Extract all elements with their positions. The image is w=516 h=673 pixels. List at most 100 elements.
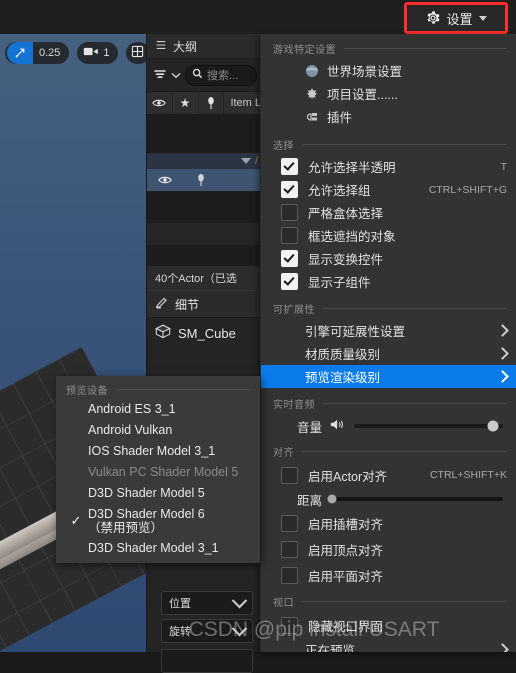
device-item-d3d-shader-model-6[interactable]: ✓ D3D Shader Model 6 （禁用预览） bbox=[56, 504, 260, 538]
menu-item-show-transform-widget[interactable]: 显示变换控件 bbox=[261, 247, 516, 270]
menu-item-select-groups[interactable]: 允许选择组 CTRL+SHIFT+G bbox=[261, 178, 516, 201]
viewport-scale-value[interactable]: 0.25 bbox=[33, 47, 67, 59]
filter-icon[interactable] bbox=[153, 68, 167, 83]
chevron-down-icon bbox=[478, 15, 487, 21]
menu-item-strict-box-select-label: 严格盒体选择 bbox=[308, 207, 384, 221]
section-game-specific-label: 游戏特定设置 bbox=[273, 45, 336, 56]
outliner-group-row[interactable]: / bbox=[147, 153, 261, 169]
device-item-android-es-3-1[interactable]: Android ES 3_1 bbox=[56, 399, 260, 420]
chevron-right-icon bbox=[496, 347, 509, 360]
row-eye-icon[interactable] bbox=[147, 175, 183, 185]
volume-slider[interactable] bbox=[354, 420, 503, 432]
chevron-down-icon[interactable] bbox=[171, 68, 181, 82]
menu-item-enable-socket-snapping-label: 启用插槽对齐 bbox=[308, 517, 384, 532]
cube-icon bbox=[155, 324, 171, 342]
column-star-icon[interactable] bbox=[173, 92, 199, 114]
menu-item-hide-viewport-ui[interactable]: 隐藏视口界面 bbox=[261, 612, 516, 638]
settings-button[interactable]: 设置 bbox=[404, 2, 508, 34]
menu-item-preview-rendering-level[interactable]: 预览渲染级别 bbox=[261, 365, 516, 388]
details-object-name: SM_Cube bbox=[178, 325, 236, 341]
globe-icon bbox=[305, 64, 327, 78]
outliner-filter-bar: 搜索... bbox=[147, 59, 261, 91]
menu-item-plugins[interactable]: 插件 bbox=[261, 105, 516, 128]
checkbox-select-groups[interactable] bbox=[281, 181, 298, 198]
details-object-row[interactable]: SM_Cube bbox=[147, 318, 261, 348]
menu-item-strict-box-select[interactable]: 严格盒体选择 bbox=[261, 201, 516, 224]
application-window: 设置 0.25 1 大纲 搜索... Item L / 40个Actor（已选 … bbox=[0, 0, 516, 673]
preview-device-submenu: 预览设备 Android ES 3_1 Android Vulkan IOS S… bbox=[56, 376, 260, 563]
speaker-icon[interactable] bbox=[330, 418, 346, 434]
device-item-ios-shader-model-3-1[interactable]: IOS Shader Model 3_1 bbox=[56, 441, 260, 462]
outliner-icon bbox=[155, 39, 167, 54]
menu-item-engine-scalability[interactable]: 引擎可延展性设置 bbox=[261, 319, 516, 342]
distance-row: 距离 bbox=[261, 488, 516, 510]
device-item-vulkan-pc-shader-model-5-label: Vulkan PC Shader Model 5 bbox=[88, 465, 239, 480]
section-divider bbox=[323, 308, 507, 309]
details-combo-rotation[interactable]: 旋转 bbox=[161, 619, 253, 643]
section-viewport: 视口 bbox=[261, 588, 516, 612]
menu-item-enable-actor-snapping-label: 启用Actor对齐 bbox=[308, 469, 388, 484]
viewport-camera-value: 1 bbox=[103, 47, 110, 59]
gear-icon bbox=[425, 10, 441, 26]
menu-item-currently-previewing[interactable]: 正在预览 bbox=[261, 638, 516, 652]
device-item-android-vulkan[interactable]: Android Vulkan bbox=[56, 420, 260, 441]
menu-item-enable-surface-snapping[interactable]: 启用平面对齐 bbox=[261, 562, 516, 588]
checkbox-enable-socket-snapping[interactable] bbox=[281, 514, 298, 532]
details-combo-location[interactable]: 位置 bbox=[161, 591, 253, 615]
distance-slider-handle[interactable] bbox=[327, 494, 337, 504]
viewport-scale-control[interactable]: 0.25 bbox=[5, 42, 70, 64]
menu-item-enable-actor-snapping[interactable]: 启用Actor对齐 CTRL+SHIFT+K bbox=[261, 462, 516, 488]
column-eye-icon[interactable] bbox=[147, 92, 173, 114]
chevron-down-icon bbox=[231, 620, 248, 636]
checkbox-strict-box-select[interactable] bbox=[281, 204, 298, 221]
distance-slider[interactable] bbox=[327, 494, 503, 504]
menu-item-box-select-occluded[interactable]: 框选遮挡的对象 bbox=[261, 224, 516, 247]
outliner-selected-row[interactable] bbox=[147, 169, 261, 191]
section-divider bbox=[302, 144, 507, 145]
menu-item-show-subcomponents[interactable]: 显示子组件 bbox=[261, 270, 516, 293]
volume-slider-handle[interactable] bbox=[487, 420, 499, 432]
device-item-d3d-shader-model-5[interactable]: D3D Shader Model 5 bbox=[56, 483, 260, 504]
section-realtime-audio-label: 实时音频 bbox=[273, 400, 315, 411]
menu-item-hide-viewport-ui-label: 隐藏视口界面 bbox=[308, 619, 384, 634]
outliner-tab[interactable]: 大纲 bbox=[147, 34, 261, 59]
menu-item-show-subcomponents-label: 显示子组件 bbox=[308, 276, 371, 290]
details-combo-extra[interactable] bbox=[161, 649, 253, 673]
menu-item-show-transform-widget-label: 显示变换控件 bbox=[308, 253, 384, 267]
search-input[interactable]: 搜索... bbox=[185, 64, 257, 86]
checkbox-box-select-occluded[interactable] bbox=[281, 227, 298, 244]
column-pin-icon[interactable] bbox=[199, 92, 225, 114]
checkbox-show-subcomponents[interactable] bbox=[281, 273, 298, 290]
section-divider bbox=[302, 451, 507, 452]
menu-item-select-translucent[interactable]: 允许选择半透明 T bbox=[261, 155, 516, 178]
checkbox-enable-surface-snapping[interactable] bbox=[281, 566, 298, 584]
details-tab[interactable]: 细节 bbox=[147, 290, 261, 318]
details-tab-label: 细节 bbox=[175, 297, 200, 312]
viewport-layout-button[interactable] bbox=[125, 42, 146, 64]
device-item-d3d-shader-model-3-1[interactable]: D3D Shader Model 3_1 bbox=[56, 538, 260, 559]
menu-item-world-settings[interactable]: 世界场景设置 bbox=[261, 59, 516, 82]
triangle-down-icon[interactable] bbox=[240, 158, 251, 164]
checkbox-enable-vertex-snapping[interactable] bbox=[281, 540, 298, 558]
checkbox-hide-viewport-ui[interactable] bbox=[281, 616, 298, 634]
section-realtime-audio: 实时音频 bbox=[261, 388, 516, 414]
checkbox-enable-actor-snapping[interactable] bbox=[281, 466, 298, 484]
project-settings-icon bbox=[305, 87, 327, 101]
section-preview-device: 预览设备 bbox=[56, 376, 260, 399]
section-snapping-label: 对齐 bbox=[273, 448, 294, 459]
section-divider bbox=[116, 389, 250, 390]
checkmark-icon: ✓ bbox=[70, 513, 82, 528]
outliner-status-text: 40个Actor（已选 bbox=[155, 273, 237, 285]
menu-item-enable-vertex-snapping[interactable]: 启用顶点对齐 bbox=[261, 536, 516, 562]
menu-item-enable-socket-snapping[interactable]: 启用插槽对齐 bbox=[261, 510, 516, 536]
plug-icon bbox=[305, 110, 327, 124]
checkbox-show-transform-widget[interactable] bbox=[281, 250, 298, 267]
menu-item-box-select-occluded-label: 框选遮挡的对象 bbox=[308, 230, 396, 244]
section-selection: 选择 bbox=[261, 128, 516, 155]
checkbox-select-translucent[interactable] bbox=[281, 158, 298, 175]
menu-item-project-settings[interactable]: 项目设置...... bbox=[261, 82, 516, 105]
viewport-camera-speed[interactable]: 1 bbox=[77, 42, 118, 64]
menu-item-material-quality[interactable]: 材质质量级别 bbox=[261, 342, 516, 365]
row-pin-icon[interactable] bbox=[183, 173, 219, 187]
scale-arrow-icon[interactable] bbox=[7, 42, 33, 64]
